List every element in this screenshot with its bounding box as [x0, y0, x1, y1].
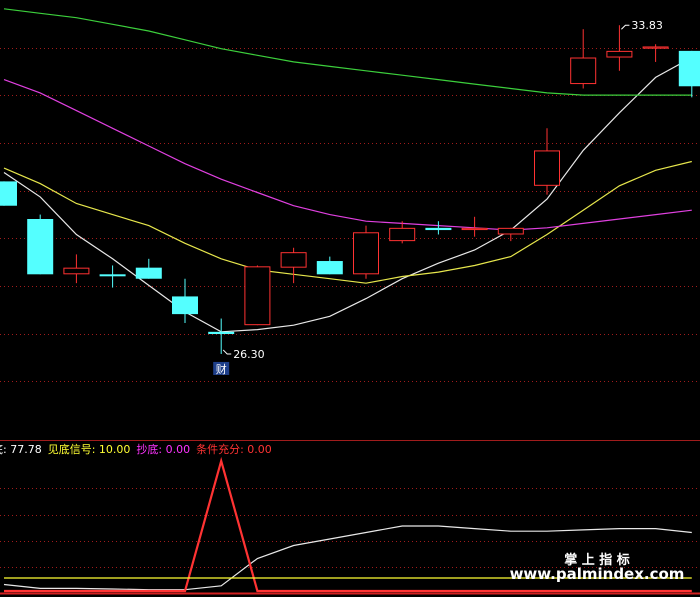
- candle: [280, 247, 307, 284]
- candle: [63, 254, 90, 284]
- candle-body: [316, 261, 343, 275]
- candle: [99, 265, 126, 288]
- legend-item-1: 底: 77.78: [0, 442, 42, 456]
- candle-body: [389, 227, 416, 242]
- candle-body: [208, 331, 235, 335]
- legend-item-4: 条件充分: 0.00: [196, 442, 272, 456]
- legend-item-2: 见底信号: 10.00: [48, 442, 131, 456]
- watermark-url: www.palmindex.com: [510, 565, 685, 583]
- candle: [135, 258, 162, 279]
- candle-body: [461, 227, 488, 231]
- high-arrow: [621, 24, 630, 30]
- candle: [678, 50, 700, 98]
- legend-item-3: 抄底: 0.00: [136, 442, 190, 456]
- candle-body: [497, 227, 524, 235]
- ma-line-1: [3, 56, 693, 333]
- indicator-legend: 底: 77.78 见底信号: 10.00 抄底: 0.00 条件充分: 0.00: [0, 442, 272, 456]
- signal-marker-text: 财: [216, 362, 227, 376]
- low-price-label: 26.30: [233, 348, 265, 361]
- candle: [0, 181, 17, 206]
- candle-body: [99, 274, 126, 277]
- candle: [244, 265, 271, 326]
- candle: [316, 256, 343, 275]
- candle-body: [425, 227, 452, 231]
- candle: [642, 44, 669, 62]
- candle-body: [63, 267, 90, 275]
- candle-body: [642, 46, 669, 49]
- candle-body: [606, 50, 633, 58]
- candlestick-series: [0, 25, 700, 354]
- moving-average-lines: [3, 8, 693, 333]
- candle-body: [172, 296, 198, 315]
- high-price-label: 33.83: [631, 19, 663, 32]
- candle-body: [135, 267, 162, 279]
- candle: [353, 225, 379, 279]
- low-arrow: [222, 349, 232, 355]
- candle-body: [570, 57, 597, 85]
- candle-body: [280, 252, 307, 268]
- candle: [27, 214, 54, 275]
- candle-body: [244, 266, 271, 326]
- candle-body: [0, 181, 17, 206]
- candle: [208, 318, 235, 354]
- candle-body: [534, 150, 560, 186]
- candle: [425, 221, 452, 235]
- chart-canvas: 33.83 26.30 财 底: 77.78 见底信号: 10.00 抄底: 0.00 条…: [0, 8, 700, 595]
- candle-body: [678, 50, 700, 87]
- candle-body: [353, 232, 379, 275]
- watermark: 掌 上 指 标 www.palmindex.com: [510, 552, 685, 583]
- candle-body: [27, 219, 54, 275]
- candle: [534, 128, 560, 195]
- candle: [570, 29, 597, 89]
- ma-line-3: [3, 79, 692, 231]
- price-panel: [0, 48, 700, 382]
